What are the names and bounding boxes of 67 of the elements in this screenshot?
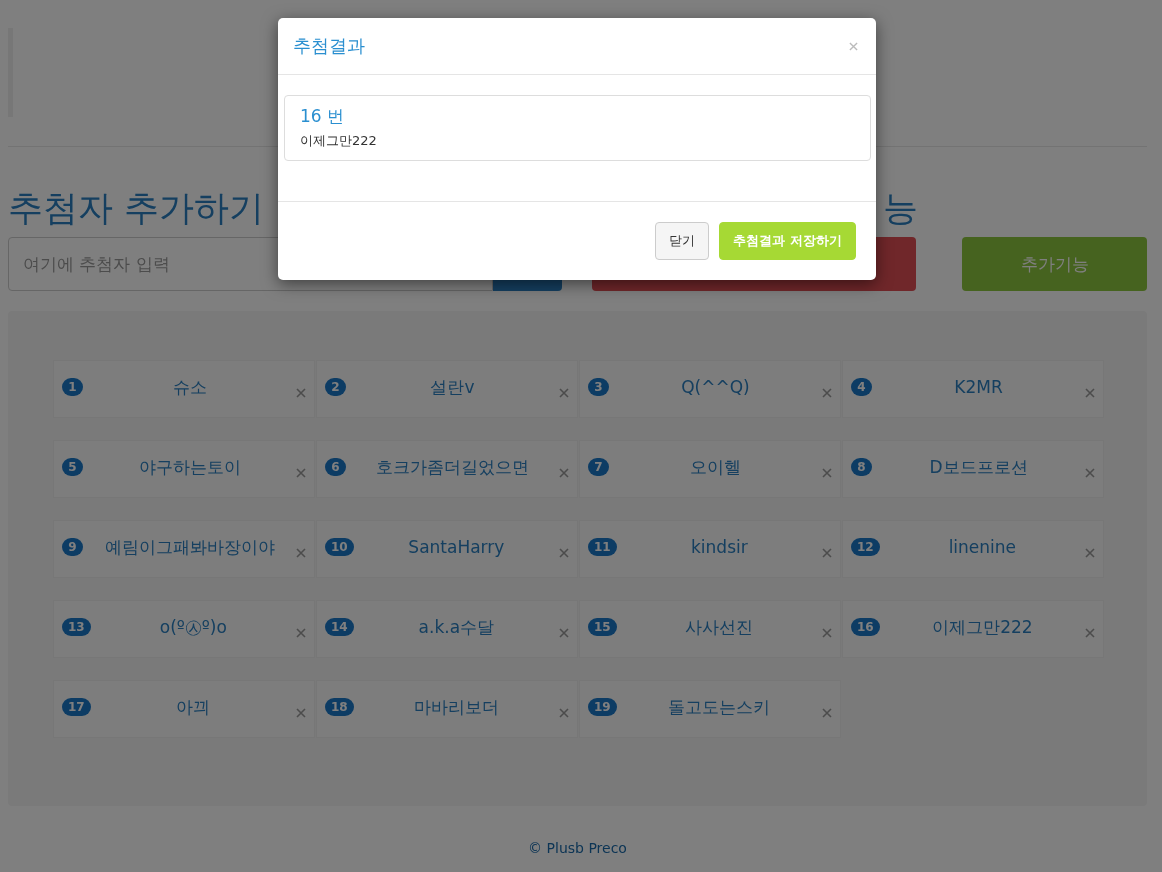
remove-icon[interactable] (559, 468, 569, 478)
footer-text: © Plusb Preco (528, 840, 627, 856)
number-badge: 7 (588, 458, 609, 476)
entry-name: 아끠 (175, 695, 212, 719)
remove-icon[interactable] (559, 548, 569, 558)
number-badge: 6 (325, 458, 346, 476)
entry-name: 오이헬 (689, 455, 742, 479)
remove-icon[interactable] (822, 628, 832, 638)
number-badge: 15 (588, 618, 617, 636)
entry-name: Q(^^Q) (680, 377, 751, 397)
number-badge: 1 (62, 378, 83, 396)
section-heading: 능 (883, 187, 918, 230)
entry-name: 호크가좀더길었으면 (375, 455, 530, 479)
dialog-title: 추첨결과 (293, 34, 365, 58)
remove-icon[interactable] (296, 708, 306, 718)
remove-icon[interactable] (296, 548, 306, 558)
remove-icon[interactable] (822, 468, 832, 478)
entry-name: linenine (947, 537, 1018, 557)
entry-name: K2MR (953, 377, 1004, 397)
remove-icon[interactable] (1085, 628, 1095, 638)
section-heading: 추첨자 추가하기 (8, 187, 265, 230)
result-number: 16 번 (300, 105, 346, 128)
remove-icon[interactable] (559, 388, 569, 398)
entry-name: 돌고도는스키 (667, 695, 772, 719)
entry-name: 마바리보더 (412, 695, 500, 719)
entry-name: kindsir (690, 537, 749, 557)
save-button[interactable]: 추첨결과 저장하기 (719, 222, 856, 260)
number-badge: 4 (851, 378, 872, 396)
entry-name: 예림이그패봐바장이야 (103, 535, 276, 559)
number-badge: 11 (588, 538, 617, 556)
remove-icon[interactable] (296, 628, 306, 638)
close-button[interactable]: 닫기 (655, 222, 710, 260)
entry-name: o(º㉦º)o (158, 615, 228, 639)
entry-name: SantaHarry (407, 537, 506, 557)
entry-name: 야구하는토이 (137, 455, 242, 479)
remove-icon[interactable] (1085, 548, 1095, 558)
remove-icon[interactable] (296, 388, 306, 398)
entry-name: a.k.a수달 (417, 615, 496, 639)
result-name: 이제그만222 (300, 132, 378, 150)
remove-icon[interactable] (1085, 468, 1095, 478)
number-badge: 14 (325, 618, 354, 636)
entry-name: 설란v (429, 375, 476, 399)
number-badge: 5 (62, 458, 83, 476)
number-badge: 19 (588, 698, 617, 716)
number-badge: 9 (62, 538, 83, 556)
remove-icon[interactable] (559, 708, 569, 718)
remove-icon[interactable] (296, 468, 306, 478)
number-badge: 2 (325, 378, 346, 396)
close-icon[interactable] (849, 41, 858, 51)
remove-icon[interactable] (822, 548, 832, 558)
number-badge: 8 (851, 458, 872, 476)
number-badge: 18 (325, 698, 354, 716)
number-badge: 3 (588, 378, 609, 396)
number-badge: 12 (851, 538, 880, 556)
remove-icon[interactable] (1085, 388, 1095, 398)
entry-name: 이제그만222 (931, 615, 1034, 639)
remove-icon[interactable] (822, 708, 832, 718)
remove-icon[interactable] (822, 388, 832, 398)
extra-button[interactable]: 추가기능 (962, 237, 1147, 291)
number-badge: 10 (325, 538, 354, 556)
number-badge: 16 (851, 618, 880, 636)
entry-name: D보드프로션 (928, 455, 1029, 479)
remove-icon[interactable] (559, 628, 569, 638)
number-badge: 17 (62, 698, 91, 716)
entry-name: 사사선진 (684, 615, 755, 639)
number-badge: 13 (62, 618, 91, 636)
entry-name: 슈소 (171, 375, 208, 399)
